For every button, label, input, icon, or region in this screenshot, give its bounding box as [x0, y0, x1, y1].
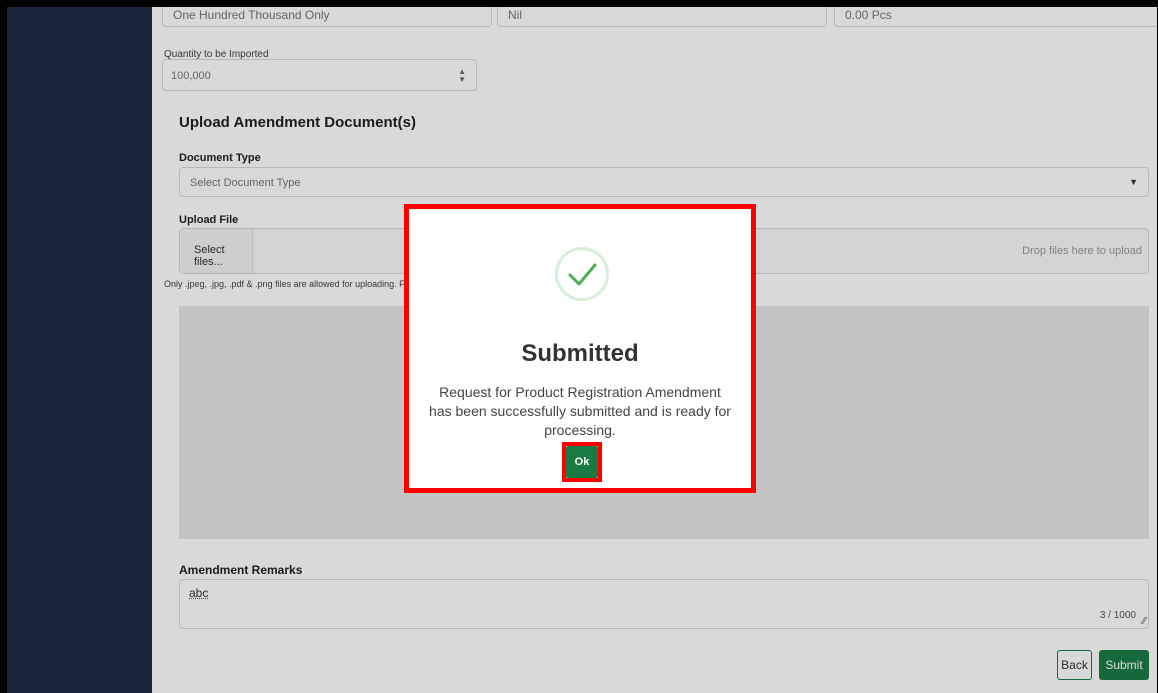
- dialog-title: Submitted: [521, 340, 639, 367]
- submitted-dialog: Submitted Request for Product Registrati…: [409, 209, 751, 488]
- app-frame: One Hundred Thousand Only Nil 0.00 Pcs Q…: [7, 7, 1157, 693]
- dialog-message: Request for Product Registration Amendme…: [429, 384, 731, 438]
- check-circle: [555, 247, 609, 301]
- checkmark-icon: [568, 263, 597, 286]
- ok-button[interactable]: Ok: [566, 446, 598, 478]
- ok-label: Ok: [574, 456, 590, 468]
